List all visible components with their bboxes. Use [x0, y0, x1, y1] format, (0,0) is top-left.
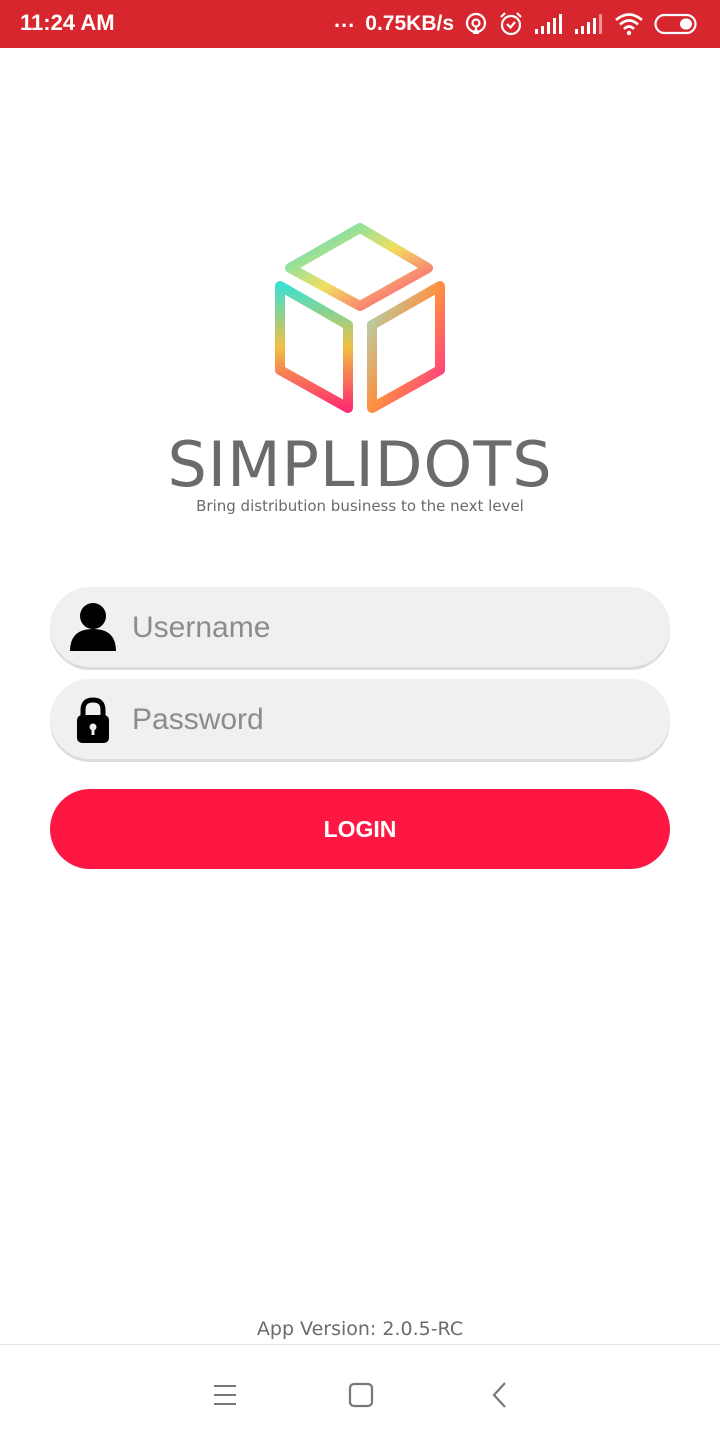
tagline: Bring distribution business to the next …: [196, 497, 524, 515]
brand-name: SIMPLIDOTS: [167, 428, 553, 501]
signal-icon: [575, 14, 602, 34]
cube-logo-icon: [275, 223, 445, 413]
more-notifications-icon: ...: [333, 7, 356, 32]
wifi-icon: [615, 13, 643, 36]
app-version: App Version: 2.0.5-RC: [256, 1318, 464, 1340]
lock-icon: [77, 697, 109, 743]
network-speed: 0.75KB/s: [365, 12, 454, 35]
username-input[interactable]: [130, 587, 654, 669]
navigation-bar: [0, 1344, 720, 1441]
signal-icon: [535, 14, 562, 34]
status-icons: ... 0.75KB/s: [333, 7, 700, 40]
password-input[interactable]: [130, 679, 654, 761]
username-field[interactable]: [50, 587, 670, 669]
user-icon: [70, 603, 116, 651]
back-icon[interactable]: [480, 1375, 520, 1415]
password-field[interactable]: [50, 679, 670, 761]
alarm-icon: [500, 12, 522, 36]
status-time: 11:24 AM: [20, 10, 115, 35]
status-bar: 11:24 AM ... 0.75KB/s: [0, 0, 720, 48]
hotspot-icon: [465, 12, 487, 34]
menu-icon[interactable]: [205, 1375, 245, 1415]
battery-icon: [654, 13, 697, 35]
login-button[interactable]: LOGIN: [50, 789, 670, 869]
home-square-icon[interactable]: [341, 1375, 381, 1415]
